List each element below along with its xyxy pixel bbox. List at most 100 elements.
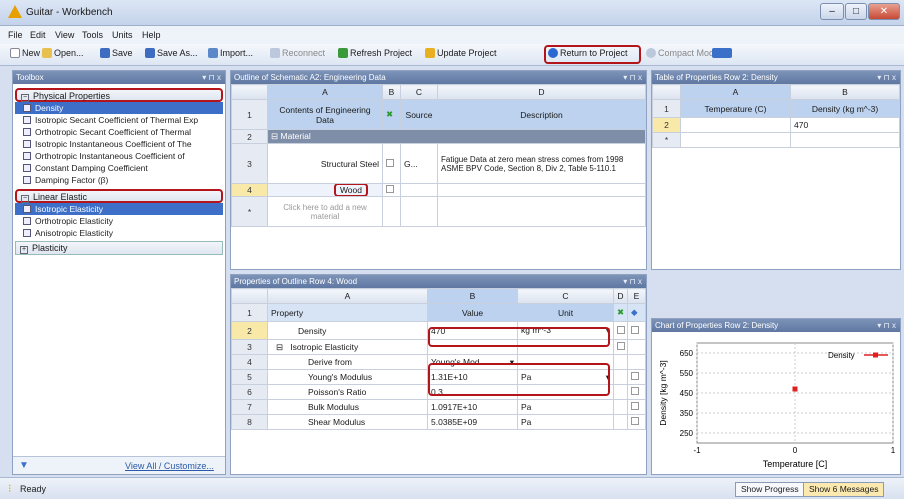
update-project-button[interactable]: Update Project	[425, 48, 497, 58]
material-wood[interactable]: Wood	[267, 183, 383, 197]
menu-units[interactable]: Units	[112, 30, 133, 40]
source-header: Source	[400, 99, 438, 130]
row-number: *	[652, 132, 681, 148]
col-d[interactable]: D	[613, 288, 628, 304]
properties-panel: Properties of Outline Row 4: Wood ▾ ⊓ x A…	[230, 274, 647, 475]
menu-help[interactable]: Help	[142, 30, 161, 40]
material-structural-steel[interactable]: Structural Steel	[267, 143, 383, 184]
new-row-cell[interactable]	[790, 132, 900, 148]
row-checkbox[interactable]	[627, 399, 646, 415]
reconnect-button[interactable]: Reconnect	[270, 48, 325, 58]
refresh-project-button[interactable]: Refresh Project	[338, 48, 412, 58]
density-chart: 650 550 450 350 250 -1 0 1 Density Density [kg…	[658, 342, 896, 469]
toolbox-item-label: Anisotropic Elasticity	[35, 228, 113, 238]
row-number: 4	[231, 354, 268, 370]
toolbox-item[interactable]: Constant Damping Coefficient	[15, 162, 223, 174]
menu-edit[interactable]: Edit	[30, 30, 46, 40]
show-messages-button[interactable]: Show 6 Messages	[803, 482, 885, 497]
suppress-checkbox[interactable]	[382, 183, 401, 197]
x-tick-label: -1	[693, 446, 701, 455]
temperature-cell[interactable]	[680, 117, 791, 133]
row-number: 2	[231, 129, 268, 144]
col-a[interactable]: A	[680, 84, 791, 100]
toolbox-item[interactable]: Isotropic Secant Coefficient of Thermal …	[15, 114, 223, 126]
table-title: Table of Properties Row 2: Density	[655, 73, 778, 82]
save-label: Save	[112, 48, 133, 58]
col-b[interactable]: B	[382, 84, 401, 100]
add-material-cell[interactable]: Click here to add a new material	[267, 196, 383, 227]
col-b[interactable]: B	[427, 288, 518, 304]
x-tick-label: 0	[793, 446, 798, 455]
chart-pin-icon[interactable]: ▾ ⊓ x	[877, 319, 896, 332]
density-cell[interactable]: 470	[790, 117, 900, 133]
view-all-link[interactable]: View All / Customize...	[125, 461, 214, 471]
save-as-icon	[145, 48, 155, 58]
import-button[interactable]: Import...	[208, 48, 253, 58]
compact-mode-button[interactable]: Compact Mode	[646, 48, 719, 58]
toolbox-item[interactable]: Orthotropic Secant Coefficient of Therma…	[15, 126, 223, 138]
row-checkbox[interactable]	[613, 339, 628, 355]
toolbox-pin-icon[interactable]: ▾ ⊓ x	[202, 71, 221, 84]
row-checkbox[interactable]	[627, 369, 646, 385]
row-checkbox[interactable]	[627, 414, 646, 430]
return-label: Return to Project	[560, 48, 628, 58]
group-linear-label: Linear Elastic	[33, 192, 88, 202]
bulk-unit: Pa	[517, 399, 614, 415]
property-icon	[23, 164, 31, 172]
save-as-button[interactable]: Save As...	[145, 48, 198, 58]
toolbox-item[interactable]: Anisotropic Elasticity	[15, 227, 223, 239]
filter-button[interactable]	[712, 48, 734, 58]
row-checkbox[interactable]	[627, 321, 646, 340]
group-physical-properties[interactable]: − Physical Properties	[15, 88, 223, 102]
col-c[interactable]: C	[400, 84, 438, 100]
y-tick-label: 350	[680, 409, 694, 418]
new-button[interactable]: New	[10, 48, 40, 58]
col-d[interactable]: D	[437, 84, 646, 100]
contents-header: Contents of Engineering Data	[267, 99, 383, 130]
menu-file[interactable]: File	[8, 30, 23, 40]
new-row-cell[interactable]	[680, 132, 791, 148]
toolbox-item[interactable]: Orthotropic Elasticity	[15, 215, 223, 227]
close-button[interactable]: ✕	[868, 3, 900, 20]
property-isotropic-elasticity[interactable]: ⊟ Isotropic Elasticity	[267, 339, 428, 355]
open-button[interactable]: Open...	[42, 48, 84, 58]
group-plasticity[interactable]: + Plasticity	[15, 241, 223, 255]
outline-pin-icon[interactable]: ▾ ⊓ x	[623, 71, 642, 84]
toolbox-item[interactable]: Damping Factor (β)	[15, 174, 223, 186]
toolbox-item[interactable]: Orthotropic Instantaneous Coefficient of	[15, 150, 223, 162]
toolbox-item-isotropic-elasticity[interactable]: Isotropic Elasticity	[15, 203, 223, 215]
group-linear-elastic[interactable]: − Linear Elastic	[15, 189, 223, 203]
group-physical-label: Physical Properties	[33, 91, 111, 101]
property-icon	[23, 229, 31, 237]
table-pin-icon[interactable]: ▾ ⊓ x	[877, 71, 896, 84]
col-a[interactable]: A	[267, 84, 383, 100]
save-button[interactable]: Save	[100, 48, 133, 58]
parameter-icon: ◆	[627, 303, 646, 322]
row-number: 5	[231, 369, 268, 385]
properties-pin-icon[interactable]: ▾ ⊓ x	[623, 275, 642, 288]
menu-tools[interactable]: Tools	[82, 30, 103, 40]
material-category[interactable]: ⊟ Material	[267, 129, 646, 144]
menu-view[interactable]: View	[55, 30, 74, 40]
table-header: Table of Properties Row 2: Density ▾ ⊓ x	[652, 71, 900, 84]
property-density[interactable]: Density	[267, 321, 428, 340]
toolbox-item-density[interactable]: Density	[15, 102, 223, 114]
description-header: Description	[437, 99, 646, 130]
toolbox-item[interactable]: Isotropic Instantaneous Coefficient of T…	[15, 138, 223, 150]
maximize-button[interactable]: □	[845, 3, 867, 20]
elasticity-highlight	[428, 363, 610, 396]
property-icon	[23, 128, 31, 136]
col-e[interactable]: E	[627, 288, 646, 304]
col-c[interactable]: C	[517, 288, 614, 304]
minimize-button[interactable]: –	[820, 3, 844, 20]
suppress-checkbox[interactable]	[382, 143, 401, 184]
property-poissons-ratio: Poisson's Ratio	[267, 384, 428, 400]
row-checkbox[interactable]	[627, 384, 646, 400]
group-plasticity-label: Plasticity	[32, 243, 68, 253]
return-to-project-button[interactable]: Return to Project	[548, 48, 628, 58]
row-checkbox[interactable]	[613, 321, 628, 340]
show-progress-button[interactable]: Show Progress	[735, 482, 805, 497]
col-b[interactable]: B	[790, 84, 900, 100]
property-label: Isotropic Elasticity	[290, 341, 359, 352]
col-a[interactable]: A	[267, 288, 428, 304]
